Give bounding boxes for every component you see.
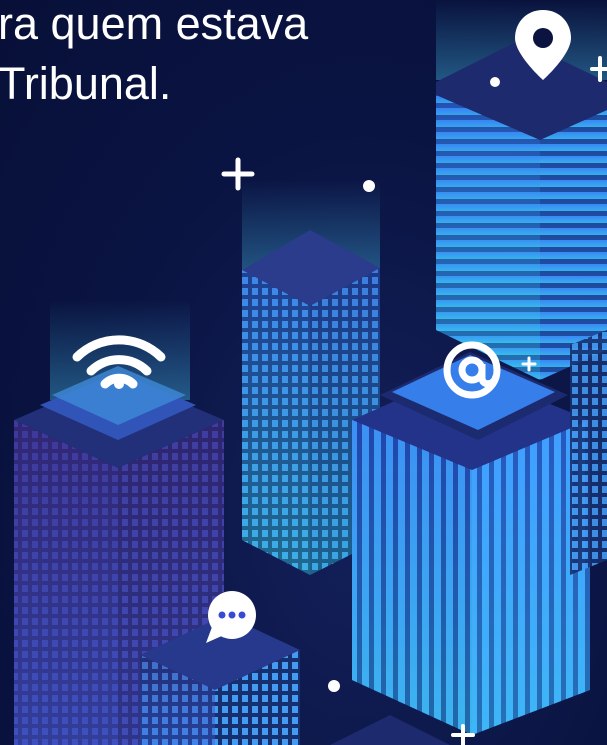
sparkle-dot [363,180,375,192]
building-top-right [436,0,607,380]
illustration-stage: ra quem estava Tribunal. [0,0,607,745]
headline-line-2: Tribunal. [0,58,172,109]
headline-line-1: ra quem estava [0,0,309,49]
headline: ra quem estava Tribunal. [0,0,308,114]
sparkle-dot [490,77,500,87]
sparkle-dot [328,680,340,692]
